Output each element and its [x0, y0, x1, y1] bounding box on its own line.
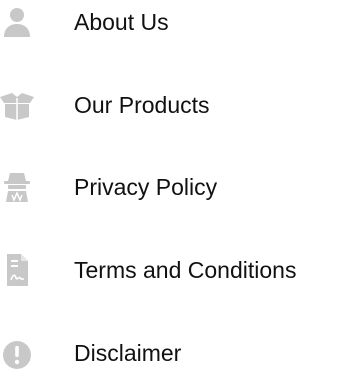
menu-item-label: Terms and Conditions: [74, 257, 297, 283]
box-icon: [0, 89, 34, 121]
footer-menu: About Us Our Products Privacy Policy Ter…: [0, 0, 345, 369]
menu-item-label: Privacy Policy: [74, 174, 218, 200]
spy-icon: [0, 171, 34, 203]
menu-item-terms-and-conditions[interactable]: Terms and Conditions: [0, 248, 345, 292]
menu-item-label: Our Products: [74, 92, 210, 118]
menu-item-label: Disclaimer: [74, 340, 182, 366]
menu-item-about-us[interactable]: About Us: [0, 0, 345, 44]
menu-item-disclaimer[interactable]: Disclaimer: [0, 331, 345, 375]
exclamation-circle-icon: [0, 337, 34, 369]
user-icon: [0, 6, 34, 38]
menu-item-our-products[interactable]: Our Products: [0, 83, 345, 127]
menu-item-label: About Us: [74, 9, 169, 35]
menu-item-privacy-policy[interactable]: Privacy Policy: [0, 165, 345, 209]
document-signature-icon: [0, 254, 34, 286]
